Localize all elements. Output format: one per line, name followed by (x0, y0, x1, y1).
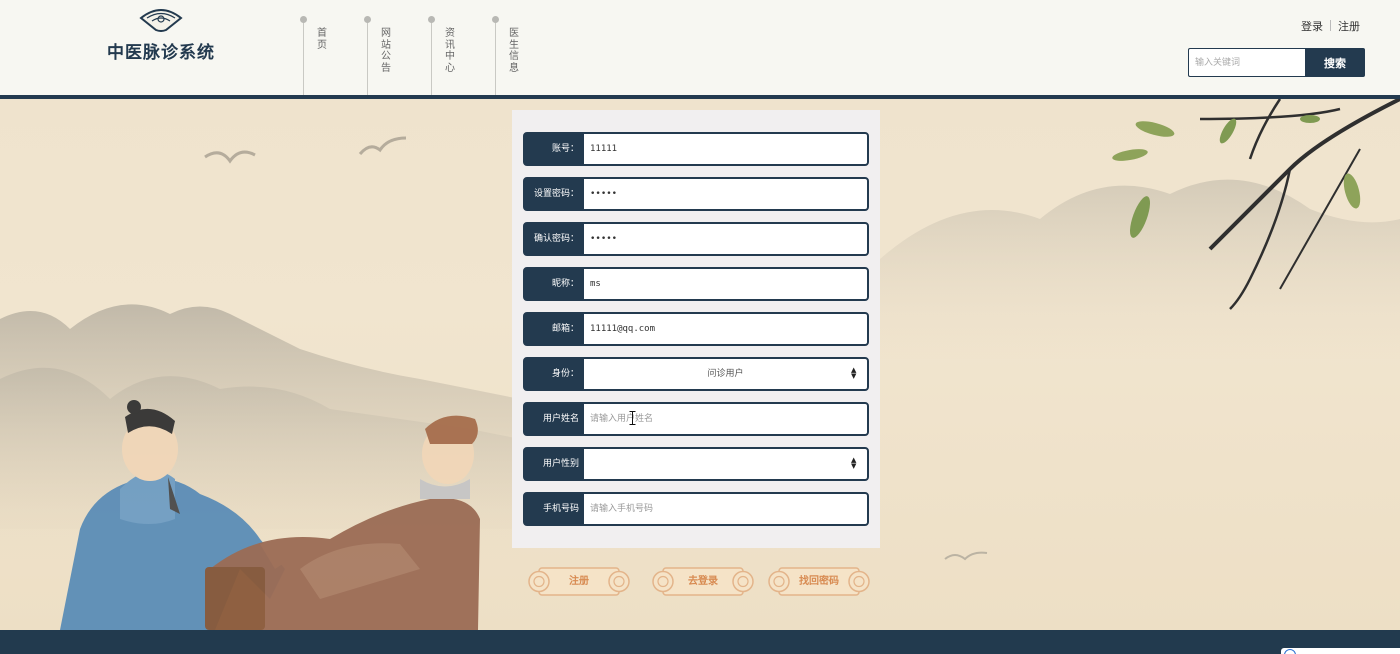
identity-row: 身份： 问诊用户 ▲ ▼ (523, 357, 869, 391)
register-link[interactable]: 注册 (1338, 20, 1360, 33)
identity-select[interactable]: 问诊用户 (584, 359, 867, 389)
divider (1330, 20, 1331, 31)
register-form: 账号： 11111 设置密码： ••••• 确认密码： ••••• 昵称： ms… (512, 110, 880, 548)
nav-item-label: 资讯中心 (445, 28, 455, 74)
updown-caret-icon: ▲ ▼ (851, 366, 857, 380)
header: 中医脉诊系统 首页 网站公告 资讯中心 医生信息 登录 注册 搜索 (0, 0, 1400, 95)
site-logo[interactable]: 中医脉诊系统 (105, 8, 217, 63)
recover-password-button[interactable]: 找回密码 (767, 563, 871, 600)
widget-icon (1284, 649, 1296, 654)
confirm-password-label: 确认密码： (533, 234, 579, 244)
user-name-label: 用户姓名 (542, 414, 579, 424)
phone-row: 手机号码 请输入手机号码 (523, 492, 869, 526)
password-label: 设置密码： (533, 189, 579, 199)
nav-item-label: 网站公告 (381, 28, 391, 74)
register-button-label: 注册 (569, 576, 589, 587)
confirm-password-row: 确认密码： ••••• (523, 222, 869, 256)
footer (0, 630, 1400, 654)
go-login-button-label: 去登录 (688, 576, 718, 587)
site-title: 中医脉诊系统 (107, 43, 215, 63)
auth-links: 登录 注册 (1301, 18, 1360, 34)
email-label: 邮箱： (551, 324, 579, 334)
identity-label: 身份： (551, 369, 579, 379)
floating-widget[interactable] (1281, 648, 1400, 654)
account-label: 账号： (551, 144, 579, 154)
nav-item-doctors[interactable]: 医生信息 (492, 16, 555, 95)
phone-input[interactable]: 请输入手机号码 (584, 494, 867, 524)
ibeam-cursor-icon (629, 411, 636, 425)
nav-item-label: 医生信息 (509, 28, 519, 74)
account-input[interactable]: 11111 (584, 134, 867, 164)
fan-logo-icon (139, 9, 183, 32)
nav-item-news[interactable]: 资讯中心 (428, 16, 491, 95)
user-name-row: 用户姓名 请输入用户姓名 (523, 402, 869, 436)
nickname-label: 昵称： (551, 279, 579, 289)
nav-item-announcements[interactable]: 网站公告 (364, 16, 427, 95)
gender-row: 用户性别 ▲ ▼ (523, 447, 869, 481)
password-row: 设置密码： ••••• (523, 177, 869, 211)
nav-item-home[interactable]: 首页 (300, 16, 363, 95)
confirm-password-input[interactable]: ••••• (584, 224, 867, 254)
go-login-button[interactable]: 去登录 (651, 563, 755, 600)
gender-select[interactable] (584, 449, 867, 479)
user-name-input[interactable]: 请输入用户姓名 (584, 404, 867, 434)
updown-caret-icon: ▲ ▼ (851, 456, 857, 470)
phone-label: 手机号码 (542, 504, 579, 514)
recover-password-button-label: 找回密码 (799, 576, 839, 587)
account-row: 账号： 11111 (523, 132, 869, 166)
search-button[interactable]: 搜索 (1305, 48, 1365, 77)
password-input[interactable]: ••••• (584, 179, 867, 209)
login-link[interactable]: 登录 (1301, 20, 1323, 33)
nickname-input[interactable]: ms (584, 269, 867, 299)
email-input[interactable]: 11111@qq.com (584, 314, 867, 344)
search-input[interactable] (1188, 48, 1306, 77)
search-box: 搜索 (1188, 48, 1365, 77)
register-button[interactable]: 注册 (527, 563, 631, 600)
nav-item-label: 首页 (317, 28, 327, 51)
email-row: 邮箱： 11111@qq.com (523, 312, 869, 346)
nickname-row: 昵称： ms (523, 267, 869, 301)
gender-label: 用户性别 (542, 459, 579, 469)
form-actions: 注册 去登录 找回密码 (527, 563, 877, 603)
